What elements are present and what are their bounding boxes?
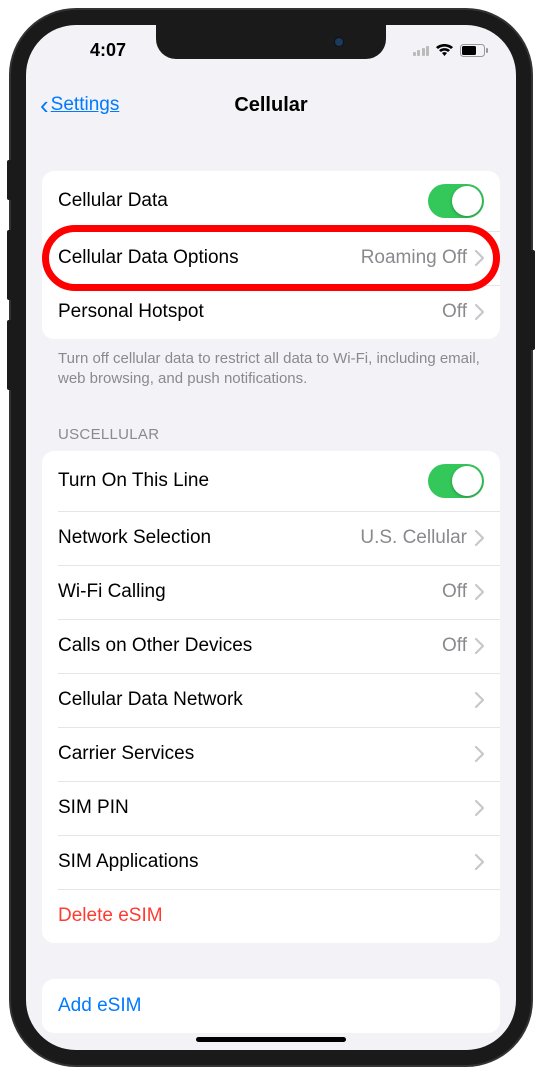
row-carrier-services[interactable]: Carrier Services xyxy=(42,727,500,781)
calls-other-label: Calls on Other Devices xyxy=(58,635,442,657)
row-network-selection[interactable]: Network Selection U.S. Cellular xyxy=(42,511,500,565)
network-selection-value: U.S. Cellular xyxy=(360,527,467,549)
section-cellular: Cellular Data Cellular Data Options Roam… xyxy=(26,171,516,390)
section-carrier: USCELLULAR Turn On This Line Network Sel… xyxy=(26,426,516,943)
front-camera xyxy=(334,37,344,47)
back-button[interactable]: ‹ Settings xyxy=(40,92,119,118)
notch xyxy=(156,25,386,59)
carrier-services-label: Carrier Services xyxy=(58,743,475,765)
row-delete-esim[interactable]: Delete eSIM xyxy=(42,889,500,943)
group-cellular: Cellular Data Cellular Data Options Roam… xyxy=(42,171,500,339)
power-button xyxy=(529,250,535,350)
hotspot-value: Off xyxy=(442,301,467,323)
delete-esim-label: Delete eSIM xyxy=(58,905,484,927)
toggle-knob xyxy=(452,466,482,496)
group-carrier: Turn On This Line Network Selection U.S.… xyxy=(42,451,500,943)
group-add-esim: Add eSIM xyxy=(42,979,500,1033)
hotspot-label: Personal Hotspot xyxy=(58,301,442,323)
volume-up-button xyxy=(7,230,13,300)
chevron-left-icon: ‹ xyxy=(40,92,49,118)
sim-applications-label: SIM Applications xyxy=(58,851,475,873)
row-sim-pin[interactable]: SIM PIN xyxy=(42,781,500,835)
chevron-right-icon xyxy=(475,638,484,654)
status-time: 4:07 xyxy=(54,40,154,61)
volume-down-button xyxy=(7,320,13,390)
status-indicators xyxy=(388,43,488,57)
battery-icon xyxy=(460,44,488,57)
data-options-value: Roaming Off xyxy=(361,247,467,269)
chevron-right-icon xyxy=(475,250,484,266)
chevron-right-icon xyxy=(475,692,484,708)
cellular-footer: Turn off cellular data to restrict all d… xyxy=(26,339,516,390)
turn-on-line-toggle[interactable] xyxy=(428,464,484,498)
add-esim-label: Add eSIM xyxy=(58,995,484,1017)
cdn-label: Cellular Data Network xyxy=(58,689,475,711)
network-selection-label: Network Selection xyxy=(58,527,360,549)
row-personal-hotspot[interactable]: Personal Hotspot Off xyxy=(42,285,500,339)
back-label: Settings xyxy=(51,94,120,116)
chevron-right-icon xyxy=(475,800,484,816)
section-add-esim: Add eSIM xyxy=(26,979,516,1033)
toggle-knob xyxy=(452,186,482,216)
row-calls-other-devices[interactable]: Calls on Other Devices Off xyxy=(42,619,500,673)
wifi-calling-value: Off xyxy=(442,581,467,603)
cellular-signal-icon xyxy=(413,44,430,56)
chevron-right-icon xyxy=(475,304,484,320)
mute-switch xyxy=(7,160,13,200)
row-cellular-data-options[interactable]: Cellular Data Options Roaming Off xyxy=(42,231,500,285)
wifi-icon xyxy=(435,43,454,57)
home-indicator[interactable] xyxy=(196,1037,346,1042)
row-turn-on-line[interactable]: Turn On This Line xyxy=(42,451,500,511)
screen: 4:07 ‹ Settings Cellular C xyxy=(26,25,516,1050)
row-add-esim[interactable]: Add eSIM xyxy=(42,979,500,1033)
sim-pin-label: SIM PIN xyxy=(58,797,475,819)
cellular-data-label: Cellular Data xyxy=(58,190,428,212)
page-title: Cellular xyxy=(234,94,307,117)
chevron-right-icon xyxy=(475,584,484,600)
phone-frame: 4:07 ‹ Settings Cellular C xyxy=(11,10,531,1065)
chevron-right-icon xyxy=(475,854,484,870)
chevron-right-icon xyxy=(475,746,484,762)
row-sim-applications[interactable]: SIM Applications xyxy=(42,835,500,889)
nav-header: ‹ Settings Cellular xyxy=(26,75,516,135)
turn-on-line-label: Turn On This Line xyxy=(58,470,428,492)
row-cellular-data-network[interactable]: Cellular Data Network xyxy=(42,673,500,727)
chevron-right-icon xyxy=(475,530,484,546)
calls-other-value: Off xyxy=(442,635,467,657)
data-options-label: Cellular Data Options xyxy=(58,247,361,269)
wifi-calling-label: Wi-Fi Calling xyxy=(58,581,442,603)
cellular-data-toggle[interactable] xyxy=(428,184,484,218)
row-cellular-data[interactable]: Cellular Data xyxy=(42,171,500,231)
row-wifi-calling[interactable]: Wi-Fi Calling Off xyxy=(42,565,500,619)
content-area: ‹ Settings Cellular Cellular Data Ce xyxy=(26,75,516,1050)
carrier-header: USCELLULAR xyxy=(26,426,516,451)
